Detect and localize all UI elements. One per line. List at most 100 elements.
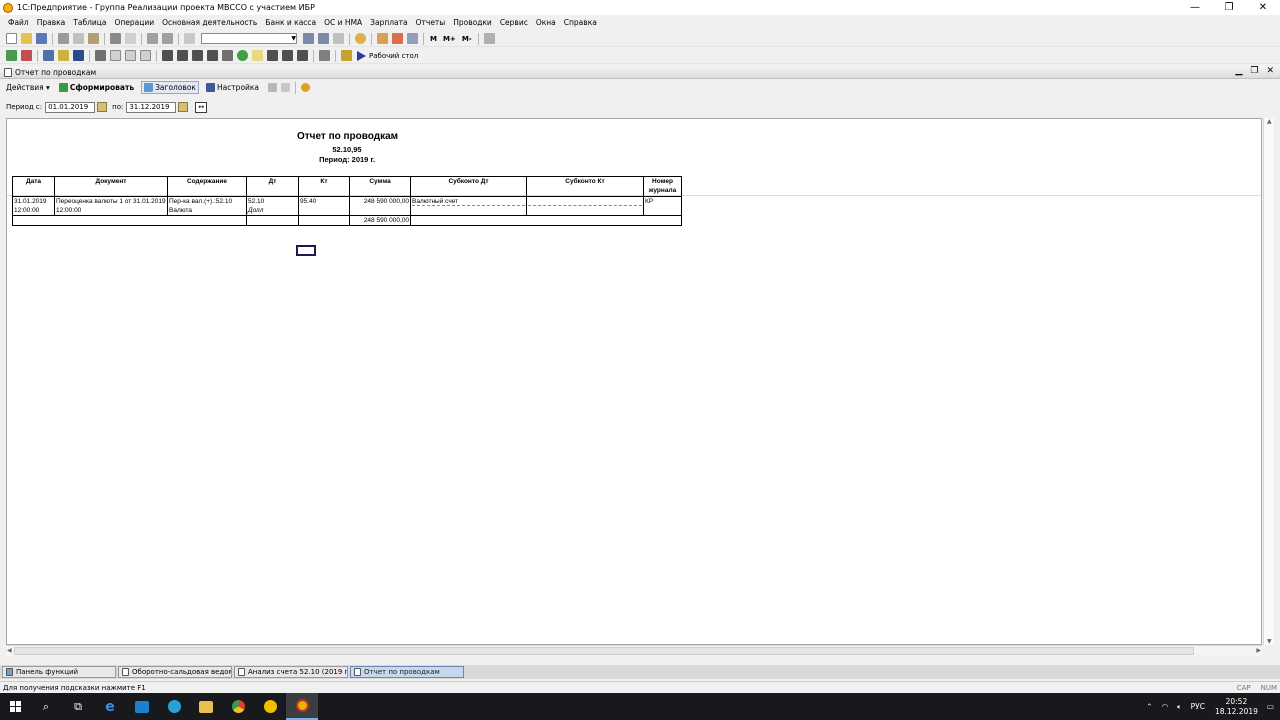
menu-reports[interactable]: Отчеты xyxy=(416,18,446,27)
report-6-icon[interactable] xyxy=(267,50,278,61)
period-from-input[interactable]: 01.01.2019 xyxy=(45,101,96,113)
generate-button[interactable]: Сформировать xyxy=(57,82,136,93)
menu-operations[interactable]: Операции xyxy=(114,18,154,27)
redo-icon[interactable] xyxy=(162,33,173,44)
report-8-icon[interactable] xyxy=(297,50,308,61)
period-select-icon[interactable]: ↔ xyxy=(195,101,208,113)
restore-icon[interactable]: ❐ xyxy=(1250,66,1258,76)
users-icon[interactable] xyxy=(341,50,352,61)
info-icon[interactable] xyxy=(355,33,366,44)
find-prev-icon[interactable] xyxy=(318,33,329,44)
chevron-up-icon[interactable]: ⌃ xyxy=(1146,702,1152,711)
telegram-icon[interactable] xyxy=(158,693,190,720)
calendar-icon[interactable] xyxy=(178,102,189,112)
horizontal-scroll-thumb[interactable] xyxy=(14,647,1194,655)
chart-of-accounts-icon[interactable] xyxy=(6,50,17,61)
open-folder-icon[interactable] xyxy=(21,33,32,44)
header-toggle-button[interactable]: Заголовок xyxy=(141,81,199,94)
language-indicator[interactable]: РУС xyxy=(1191,702,1205,711)
undo-icon[interactable] xyxy=(147,33,158,44)
1c-app-icon[interactable] xyxy=(254,693,286,720)
table-row[interactable]: 31.01.2019 12:00:00 Переоценка валюты 1 … xyxy=(12,196,682,216)
menu-bank-cash[interactable]: Банк и касса xyxy=(265,18,316,27)
scroll-right-icon[interactable]: ▶ xyxy=(1256,647,1261,654)
chrome-icon[interactable] xyxy=(222,693,254,720)
report-analysis-icon[interactable] xyxy=(125,50,136,61)
print-icon[interactable] xyxy=(110,33,121,44)
new-document-icon[interactable] xyxy=(6,33,17,44)
search-combo[interactable]: ▼ xyxy=(201,33,297,44)
start-button[interactable] xyxy=(0,693,30,720)
row-subconto-kt[interactable] xyxy=(528,197,642,206)
scroll-down-icon[interactable]: ▼ xyxy=(1267,638,1272,645)
print-icon[interactable] xyxy=(268,83,278,92)
scroll-left-icon[interactable]: ◀ xyxy=(7,647,12,654)
period-to-input[interactable]: 31.12.2019 xyxy=(126,101,177,113)
paste-icon[interactable] xyxy=(88,33,99,44)
memory-m-button[interactable]: M xyxy=(430,35,437,43)
vertical-scrollbar[interactable]: ▲ ▼ xyxy=(1263,118,1274,645)
notes-icon[interactable] xyxy=(252,50,263,61)
scroll-up-icon[interactable]: ▲ xyxy=(1267,118,1272,125)
panel-functions-tab[interactable]: Панель функций xyxy=(2,666,116,678)
copy-icon[interactable] xyxy=(73,33,84,44)
active-cell-cursor[interactable] xyxy=(296,245,316,256)
export-icon[interactable] xyxy=(281,83,291,92)
menu-edit[interactable]: Правка xyxy=(37,18,66,27)
minimize-icon[interactable]: ▁ xyxy=(1235,66,1242,76)
report-2-icon[interactable] xyxy=(177,50,188,61)
panel-analysis-tab[interactable]: Анализ счета 52.10 (2019 г.) xyxy=(234,666,348,678)
1c-enterprise-active-icon[interactable] xyxy=(286,693,318,720)
panel-osv-tab[interactable]: Оборотно-сальдовая ведом... xyxy=(118,666,232,678)
cut-icon[interactable] xyxy=(58,33,69,44)
calendar-icon[interactable] xyxy=(97,102,108,112)
search-icon[interactable]: ⌕ xyxy=(30,693,62,720)
report-3-icon[interactable] xyxy=(192,50,203,61)
accounts-icon[interactable] xyxy=(21,50,32,61)
report-7-icon[interactable] xyxy=(282,50,293,61)
menu-salary[interactable]: Зарплата xyxy=(370,18,407,27)
notifications-icon[interactable]: ▭ xyxy=(1267,702,1274,711)
edge-icon[interactable]: e xyxy=(94,693,126,720)
print-preview-icon[interactable] xyxy=(125,33,136,44)
balance-icon[interactable] xyxy=(73,50,84,61)
menu-help[interactable]: Справка xyxy=(564,18,597,27)
close-icon[interactable]: ✕ xyxy=(1266,66,1274,76)
menu-fixed-assets[interactable]: ОС и НМА xyxy=(324,18,362,27)
close-icon[interactable]: ✕ xyxy=(1246,0,1280,15)
memory-minus-button[interactable]: M- xyxy=(462,35,472,43)
find-next-icon[interactable] xyxy=(303,33,314,44)
replace-icon[interactable] xyxy=(333,33,344,44)
refresh-icon[interactable] xyxy=(237,50,248,61)
network-icon[interactable]: ◠ xyxy=(1162,702,1169,711)
report-chess-icon[interactable] xyxy=(140,50,151,61)
report-card-icon[interactable] xyxy=(110,50,121,61)
calendar-icon[interactable] xyxy=(377,33,388,44)
report-4-icon[interactable] xyxy=(207,50,218,61)
file-explorer-icon[interactable] xyxy=(190,693,222,720)
journal-icon[interactable] xyxy=(58,50,69,61)
search-icon[interactable] xyxy=(184,33,195,44)
menu-postings[interactable]: Проводки xyxy=(453,18,492,27)
calendar-red-icon[interactable] xyxy=(392,33,403,44)
calculator-icon[interactable] xyxy=(407,33,418,44)
desktop-button[interactable]: Рабочий стол xyxy=(357,50,418,61)
menu-service[interactable]: Сервис xyxy=(500,18,528,27)
mail-icon[interactable] xyxy=(126,693,158,720)
menu-main-activity[interactable]: Основная деятельность xyxy=(162,18,257,27)
memory-plus-button[interactable]: M+ xyxy=(443,35,456,43)
report-osv-icon[interactable] xyxy=(95,50,106,61)
minimize-icon[interactable]: — xyxy=(1178,0,1212,15)
menu-windows[interactable]: Окна xyxy=(536,18,556,27)
save-icon[interactable] xyxy=(36,33,47,44)
tools-icon[interactable] xyxy=(483,33,495,44)
report-9-icon[interactable] xyxy=(319,50,330,61)
report-5-icon[interactable] xyxy=(222,50,233,61)
restore-icon[interactable]: ❐ xyxy=(1212,0,1246,15)
row-subconto-dt[interactable]: Валютный счет xyxy=(412,197,525,206)
clock[interactable]: 20:52 18.12.2019 xyxy=(1215,697,1258,717)
operations-icon[interactable] xyxy=(43,50,54,61)
help-icon[interactable] xyxy=(301,83,311,92)
volume-icon[interactable]: 🔈︎ xyxy=(1177,702,1182,712)
report-spreadsheet[interactable]: Отчет по проводкам 52.10,95 Период: 2019… xyxy=(6,118,1262,645)
